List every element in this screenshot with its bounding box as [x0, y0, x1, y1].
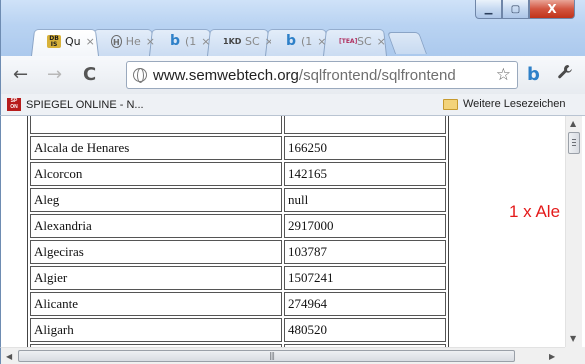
kd-icon: 1KD: [223, 36, 242, 46]
forward-arrow-icon[interactable]: →: [47, 64, 62, 85]
tab-tea[interactable]: [TEA] SC ×: [333, 26, 387, 56]
horizontal-scrollbar[interactable]: ◀ ||| ▶: [0, 347, 565, 364]
tab-b-2[interactable]: b (1 ×: [279, 26, 329, 56]
population-cell: [284, 116, 446, 134]
grip-line: [572, 142, 576, 143]
globe-icon: [133, 68, 147, 83]
tab-kd[interactable]: 1KD SC ×: [217, 26, 271, 56]
tab-close-icon[interactable]: ×: [86, 35, 95, 48]
new-tab-button[interactable]: [386, 32, 428, 54]
extension-b-icon[interactable]: b: [527, 64, 540, 85]
tab-query[interactable]: DB IS Qu ×: [41, 26, 97, 56]
maximize-button[interactable]: ▢: [502, 0, 529, 19]
population-cell: 2917000: [284, 214, 446, 238]
city-cell: Aligarh: [30, 318, 282, 342]
grip-icon: |||: [269, 351, 275, 360]
tab-close-icon[interactable]: ×: [317, 35, 326, 48]
city-cell: Algier: [30, 266, 282, 290]
results-table-body: Alcala de Henares 166250 Alcorcon 142165 Ale…: [30, 116, 446, 348]
side-note: 1 x Ale: [509, 202, 561, 221]
bookmark-folder-label: Weitere Lesezeichen: [463, 98, 566, 110]
table-row: Algeciras 103787: [30, 240, 446, 264]
window-controls: ▁ ▢ X: [475, 0, 575, 19]
bookmarks-bar: SP ON SPIEGEL ONLINE - N... Weitere Lesez…: [0, 94, 585, 116]
scroll-up-arrow-icon[interactable]: ▲: [570, 119, 576, 128]
tab-strip: DB IS Qu × H He × b (1 × 1KD SC × b (1 ×…: [31, 26, 491, 56]
tab-close-icon[interactable]: ×: [265, 35, 271, 48]
bookmark-label: SPIEGEL ONLINE - N...: [26, 98, 144, 111]
heise-icon: H: [111, 34, 122, 48]
address-bar[interactable]: www.semwebtech.org/sqlfrontend/sqlfronte…: [126, 61, 518, 89]
b-icon: b: [285, 32, 297, 49]
results-table: Alcala de Henares 166250 Alcorcon 142165 Ale…: [27, 116, 449, 348]
tab-label: SC: [245, 34, 260, 48]
population-cell: 1507241: [284, 266, 446, 290]
tab-label: SC: [357, 34, 372, 48]
population-cell: 274964: [284, 292, 446, 316]
vertical-scroll-thumb[interactable]: [568, 132, 580, 154]
tab-close-icon[interactable]: ×: [146, 35, 155, 48]
table-row: Aligarh 480520: [30, 318, 446, 342]
table-row: Algier 1507241: [30, 266, 446, 290]
close-button[interactable]: X: [529, 0, 575, 19]
tab-close-icon[interactable]: ×: [201, 35, 210, 48]
reload-icon[interactable]: C: [83, 64, 96, 85]
table-row: [30, 116, 446, 134]
city-cell: Algeciras: [30, 240, 282, 264]
scroll-left-arrow-icon[interactable]: ◀: [6, 352, 12, 361]
population-cell: 166250: [284, 136, 446, 160]
population-cell: 103787: [284, 240, 446, 264]
city-cell: Alcorcon: [30, 162, 282, 186]
tab-label: (1: [185, 34, 197, 48]
browser-window: ▁ ▢ X DB IS Qu × H He × b (1 × 1KD SC × …: [0, 0, 585, 364]
back-arrow-icon[interactable]: ←: [13, 64, 28, 85]
tea-icon: [TEA]: [339, 37, 358, 45]
b-icon: b: [169, 32, 181, 49]
city-cell: Aleg: [30, 188, 282, 212]
table-row: Alicante 274964: [30, 292, 446, 316]
scroll-right-arrow-icon[interactable]: ▶: [549, 352, 555, 361]
tab-label: Qu: [65, 34, 81, 48]
wrench-icon: [558, 65, 572, 79]
city-cell: Alicante: [30, 292, 282, 316]
bookmark-spiegel[interactable]: SP ON SPIEGEL ONLINE - N...: [7, 98, 144, 111]
spiegel-online-icon: SP ON: [7, 98, 21, 111]
tab-close-icon[interactable]: ×: [377, 35, 386, 48]
other-bookmarks-folder[interactable]: Weitere Lesezeichen: [443, 98, 566, 110]
url-path: /sqlfrontend/sqlfrontend: [298, 66, 456, 84]
grip-line: [572, 145, 576, 146]
population-cell: 142165: [284, 162, 446, 186]
url-text: www.semwebtech.org/sqlfrontend/sqlfronte…: [153, 67, 456, 84]
database-icon: DB IS: [47, 34, 61, 48]
table-row: Aleg null: [30, 188, 446, 212]
city-cell: Alexandria: [30, 214, 282, 238]
title-bar: ▁ ▢ X DB IS Qu × H He × b (1 × 1KD SC × …: [0, 0, 585, 62]
population-cell: null: [284, 188, 446, 212]
horizontal-scroll-thumb[interactable]: |||: [18, 350, 515, 362]
url-host: www.semwebtech.org: [153, 66, 299, 84]
population-cell: 480520: [284, 318, 446, 342]
bookmark-star-icon[interactable]: ☆: [496, 65, 511, 85]
scroll-down-arrow-icon[interactable]: ▼: [570, 334, 576, 343]
vertical-scrollbar[interactable]: ▲ ▼: [565, 116, 582, 348]
grip-line: [572, 139, 576, 140]
city-cell: [30, 116, 282, 134]
tab-label: (1: [301, 34, 313, 48]
table-row: Alexandria 2917000: [30, 214, 446, 238]
tab-b-1[interactable]: b (1 ×: [163, 26, 213, 56]
tab-heise[interactable]: H He ×: [105, 26, 155, 56]
page-content: Alcala de Henares 166250 Alcorcon 142165 Ale…: [0, 116, 575, 348]
wrench-menu-icon[interactable]: [557, 64, 573, 85]
toolbar: ← → C www.semwebtech.org/sqlfrontend/sql…: [0, 56, 585, 94]
table-row: Alcorcon 142165: [30, 162, 446, 186]
folder-icon: [443, 98, 458, 110]
tab-label: He: [125, 34, 141, 48]
scrollbar-corner: [565, 347, 585, 364]
minimize-button[interactable]: ▁: [475, 0, 502, 19]
table-row: Alcala de Henares 166250: [30, 136, 446, 160]
city-cell: Alcala de Henares: [30, 136, 282, 160]
